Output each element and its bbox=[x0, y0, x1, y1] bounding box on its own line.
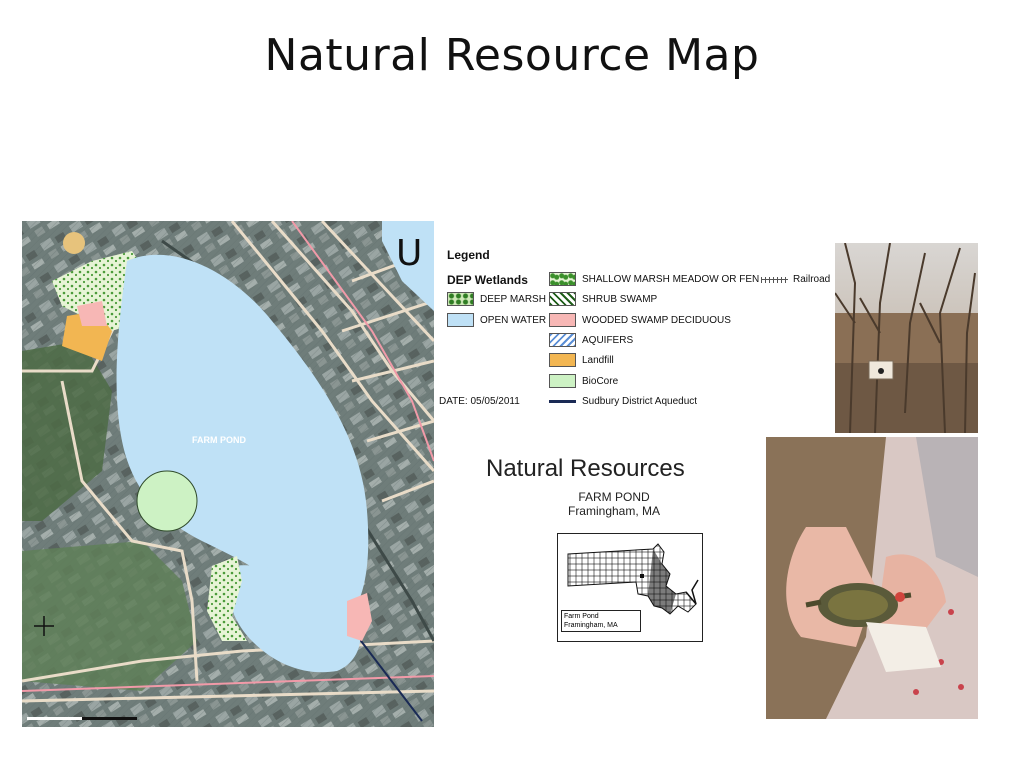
place-line-2: Framingham, MA bbox=[567, 504, 661, 518]
aquifer-swatch bbox=[549, 333, 576, 347]
legend-item-deep-marsh: DEEP MARSH bbox=[447, 292, 546, 306]
woodland-box-photo bbox=[835, 243, 978, 433]
legend-item-biocore: BioCore bbox=[549, 374, 618, 388]
turtle-in-hands-photo bbox=[766, 437, 978, 719]
map-corner-letter: U bbox=[396, 233, 423, 274]
legend-item-aquifers: AQUIFERS bbox=[549, 333, 633, 347]
legend-label: SHRUB SWAMP bbox=[582, 293, 658, 305]
map-date: DATE: 05/05/2011 bbox=[439, 396, 520, 407]
slide-title: Natural Resource Map bbox=[264, 30, 760, 81]
open-water-swatch bbox=[447, 313, 474, 327]
woodland-photo-graphic bbox=[835, 243, 978, 433]
massachusetts-locator-map: Farm Pond Framingham, MA bbox=[557, 533, 703, 642]
legend-title: Legend bbox=[447, 248, 490, 262]
shrub-swamp-swatch bbox=[549, 292, 576, 306]
legend-item-wooded-swamp: WOODED SWAMP DECIDUOUS bbox=[549, 313, 731, 327]
natural-resources-heading: Natural Resources bbox=[486, 455, 685, 482]
legend-item-shrub-swamp: SHRUB SWAMP bbox=[549, 292, 657, 306]
legend-item-landfill: Landfill bbox=[549, 353, 614, 367]
legend-label: OPEN WATER bbox=[480, 314, 547, 326]
legend-subtitle: DEP Wetlands bbox=[447, 273, 528, 287]
legend-label: Landfill bbox=[582, 354, 614, 366]
legend-label: DEEP MARSH bbox=[480, 293, 546, 305]
legend-item-open-water: OPEN WATER bbox=[447, 313, 546, 327]
legend-label: AQUIFERS bbox=[582, 334, 634, 346]
railroad-line bbox=[761, 276, 788, 283]
legend-item-railroad: Railroad bbox=[761, 274, 830, 285]
natural-resource-map: U FARM POND bbox=[22, 221, 434, 727]
turtle-photo-graphic bbox=[766, 437, 978, 719]
biocore-swatch bbox=[549, 374, 576, 388]
locator-line-1: Farm Pond bbox=[564, 613, 599, 620]
legend-item-aqueduct: Sudbury District Aqueduct bbox=[549, 396, 697, 407]
place-name: FARM POND Framingham, MA bbox=[560, 490, 668, 518]
legend-label: Sudbury District Aqueduct bbox=[582, 396, 698, 407]
map-graphic bbox=[22, 221, 434, 727]
legend-label: SHALLOW MARSH MEADOW OR FEN bbox=[582, 273, 760, 285]
landfill-swatch bbox=[549, 353, 576, 367]
aqueduct-line bbox=[549, 400, 576, 403]
map-legend: Legend DEP Wetlands SHALLOW MARSH MEADOW… bbox=[438, 243, 834, 415]
legend-label: WOODED SWAMP DECIDUOUS bbox=[582, 314, 731, 326]
legend-label: Railroad bbox=[793, 274, 831, 285]
place-line-1: FARM POND bbox=[578, 490, 650, 504]
legend-label: BioCore bbox=[582, 375, 619, 387]
pond-label: FARM POND bbox=[192, 435, 246, 445]
locator-label: Farm Pond Framingham, MA bbox=[561, 610, 641, 632]
shallow-marsh-swatch bbox=[549, 272, 576, 286]
locator-line-2: Framingham, MA bbox=[564, 622, 618, 629]
legend-item-shallow-marsh: SHALLOW MARSH MEADOW OR FEN bbox=[549, 272, 759, 286]
deep-marsh-swatch bbox=[447, 292, 474, 306]
wooded-swamp-swatch bbox=[549, 313, 576, 327]
